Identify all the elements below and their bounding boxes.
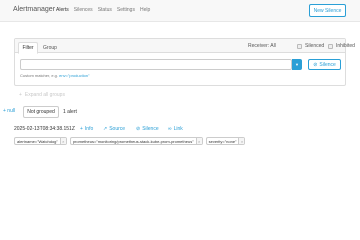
- source-label: Source: [109, 126, 126, 132]
- filter-panel: Filter Group Receiver: All Silenced Inhi…: [14, 38, 355, 86]
- alert-silence-button[interactable]: ⊘ Silence: [136, 126, 159, 132]
- expand-icon: +: [19, 92, 22, 98]
- nav-status[interactable]: Status: [98, 7, 112, 13]
- info-button[interactable]: + Info: [80, 126, 93, 132]
- nav-settings[interactable]: Settings: [117, 7, 135, 13]
- receiver-select[interactable]: Receiver: All: [248, 43, 276, 49]
- alert-silence-label: Silence: [142, 126, 159, 132]
- chevron-down-icon: ▼: [295, 62, 299, 67]
- filter-panel-header: Filter Group Receiver: All Silenced Inhi…: [15, 39, 355, 54]
- filter-hint: Custom matcher, e.g. env="production": [20, 73, 89, 78]
- alert-timestamp: 2025-02-13T08:34:38.151Z: [14, 126, 75, 132]
- source-button[interactable]: ↗ Source: [103, 126, 125, 132]
- link-icon: ∞: [168, 126, 172, 132]
- tab-group[interactable]: Group: [39, 42, 61, 54]
- plus-icon: +: [80, 126, 83, 132]
- label-chip[interactable]: alertname="Watchdog" ×: [14, 137, 67, 145]
- nav-silences[interactable]: Silences: [74, 7, 93, 13]
- inhibited-toggle[interactable]: Inhibited: [328, 43, 355, 49]
- nav-help[interactable]: Help: [140, 7, 150, 13]
- silence-filter-button[interactable]: ⊘ Silence: [308, 59, 341, 70]
- bell-slash-icon: ⊘: [313, 61, 318, 68]
- info-label: Info: [84, 126, 94, 132]
- bell-slash-icon: ⊘: [136, 126, 141, 132]
- nav-alerts[interactable]: Alerts: [56, 7, 69, 13]
- close-icon[interactable]: ×: [59, 138, 66, 144]
- silence-button-label: Silence: [319, 61, 336, 68]
- expand-all-groups[interactable]: + Expand all groups: [19, 92, 65, 98]
- nav-menu: Alerts Silences Status Settings Help: [56, 7, 150, 13]
- inhibited-checkbox[interactable]: [328, 43, 333, 49]
- new-silence-button[interactable]: New Silence: [309, 4, 346, 17]
- filter-dropdown-button[interactable]: ▼: [292, 59, 302, 70]
- not-grouped-button[interactable]: Not grouped: [23, 106, 59, 118]
- tab-filter[interactable]: Filter: [18, 42, 38, 54]
- close-icon[interactable]: ×: [195, 138, 202, 144]
- filter-input[interactable]: [20, 59, 292, 70]
- label-text: prometheus="monitoring/prometheus-stack-…: [72, 138, 194, 144]
- silenced-toggle[interactable]: Silenced: [297, 43, 324, 49]
- expand-label: Expand all groups: [24, 92, 65, 98]
- brand[interactable]: Alertmanager: [13, 6, 55, 13]
- silenced-checkbox[interactable]: [297, 43, 302, 49]
- alert-count: 1 alert: [63, 109, 77, 115]
- hint-example[interactable]: env="production": [59, 73, 89, 78]
- close-icon[interactable]: ×: [238, 138, 245, 144]
- group-null-toggle[interactable]: + null: [3, 108, 15, 114]
- silenced-label: Silenced: [305, 43, 325, 49]
- link-label: Link: [173, 126, 183, 132]
- link-button[interactable]: ∞ Link: [168, 126, 183, 132]
- navbar: Alertmanager Alerts Silences Status Sett…: [0, 0, 360, 22]
- alert-labels: alertname="Watchdog" × prometheus="monit…: [14, 137, 246, 145]
- label-text: alertname="Watchdog": [17, 138, 58, 144]
- label-chip[interactable]: prometheus="monitoring/prometheus-stack-…: [69, 137, 203, 145]
- label-text: severity="none": [208, 138, 237, 144]
- inhibited-label: Inhibited: [336, 43, 355, 49]
- hint-prefix: Custom matcher, e.g.: [20, 73, 59, 78]
- label-chip[interactable]: severity="none" ×: [205, 137, 246, 145]
- chart-icon: ↗: [103, 126, 108, 132]
